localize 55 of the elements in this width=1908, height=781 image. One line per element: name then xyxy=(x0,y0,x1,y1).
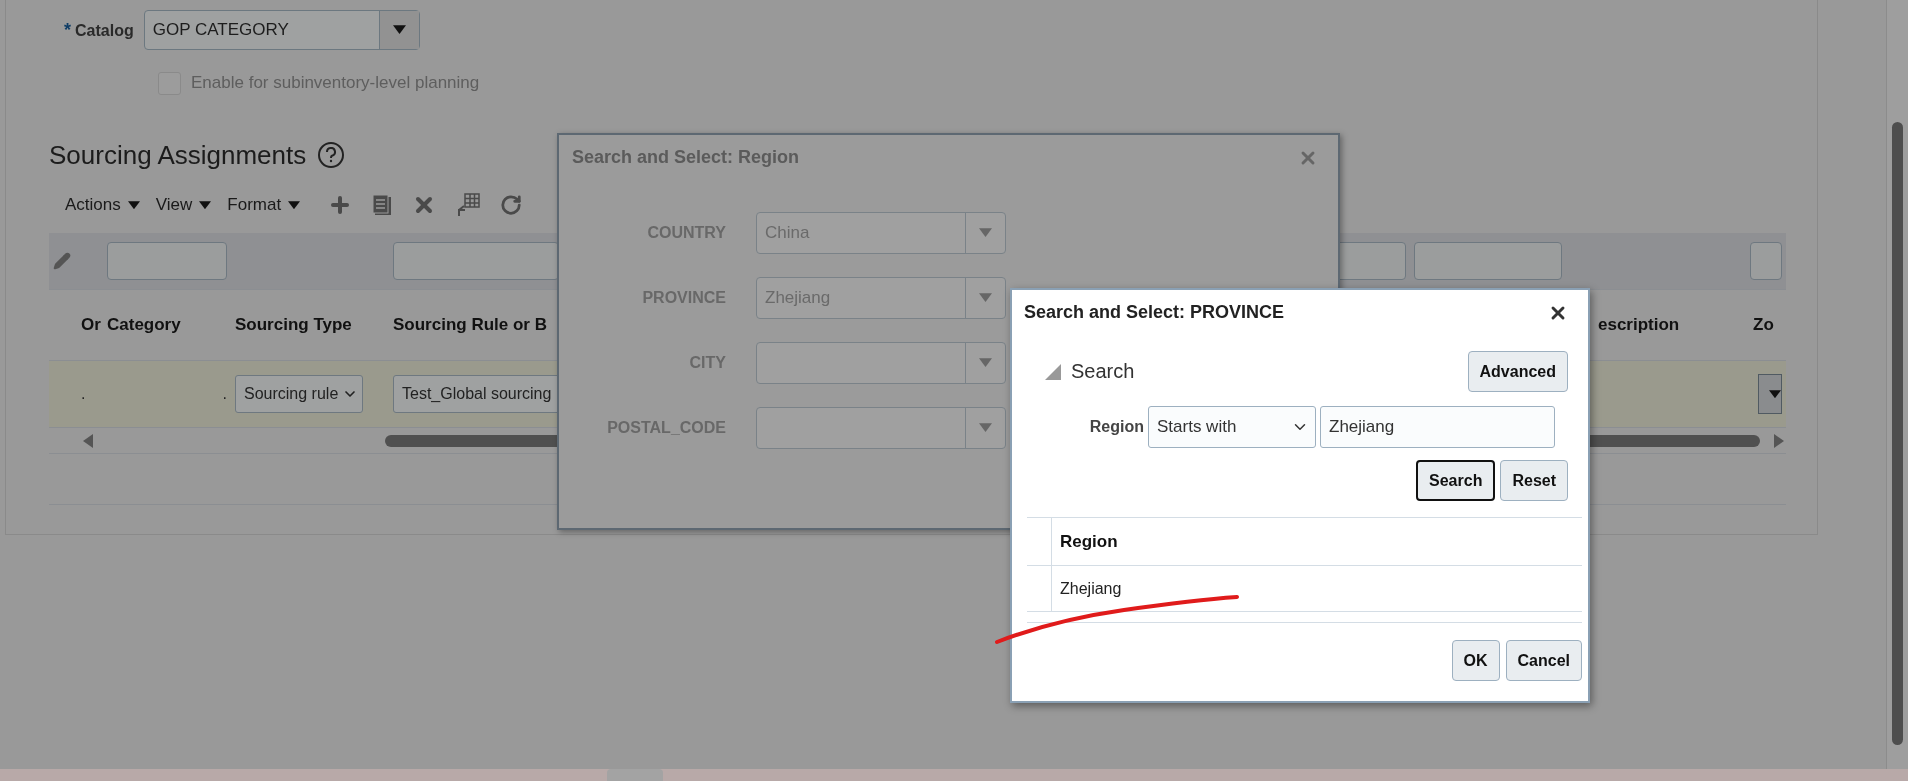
caret-icon xyxy=(1769,389,1781,399)
column-header: Sourcing Rule or B xyxy=(393,315,547,335)
caret-icon xyxy=(127,200,140,210)
column-header: Or xyxy=(81,315,101,335)
column-header: Zo xyxy=(1752,315,1774,335)
table-cell: . xyxy=(81,385,86,403)
section-title: Sourcing Assignments xyxy=(49,139,307,171)
table-cell: . xyxy=(222,385,227,403)
dialog-title: Search and Select: Region xyxy=(572,147,800,168)
catalog-select[interactable]: GOP CATEGORY xyxy=(143,10,420,50)
caret-icon xyxy=(979,358,992,368)
scrollbar-thumb[interactable] xyxy=(1892,122,1903,745)
edit-icon[interactable] xyxy=(53,252,71,270)
search-section-toggle[interactable]: Search xyxy=(1045,360,1135,383)
input-field[interactable]: Zhejiang xyxy=(1320,406,1555,448)
caret-icon xyxy=(979,228,992,238)
help-icon[interactable] xyxy=(318,142,345,168)
menu-button[interactable]: Format xyxy=(227,195,301,215)
refresh-icon[interactable] xyxy=(500,194,523,216)
caret-icon xyxy=(288,200,301,210)
field-label: Catalog xyxy=(75,21,134,39)
scroll-left-arrow[interactable] xyxy=(83,433,93,448)
checkbox-label: Enable for subinventory-level planning xyxy=(191,73,480,93)
menu-button[interactable]: View xyxy=(155,195,212,215)
dialog-button[interactable]: OK xyxy=(1451,640,1500,681)
caret-icon xyxy=(392,25,406,35)
caret-icon xyxy=(979,293,992,303)
table-arrow-icon[interactable] xyxy=(456,193,481,217)
search-button[interactable]: Search xyxy=(1416,460,1496,501)
dialog-button[interactable]: Cancel xyxy=(1505,640,1582,681)
sourcing-type-select[interactable]: Sourcing rule xyxy=(235,375,364,413)
combo-field[interactable] xyxy=(756,342,1006,384)
column-header: Category xyxy=(107,315,181,335)
required-mark: * xyxy=(64,19,71,40)
reset-button[interactable]: Reset xyxy=(1500,460,1568,501)
dialog-title: Search and Select: PROVINCE xyxy=(1024,302,1285,323)
filter-field[interactable] xyxy=(1414,242,1562,280)
operator-select[interactable]: Starts with xyxy=(1148,406,1316,448)
filter-field[interactable] xyxy=(1750,242,1782,280)
filter-field[interactable] xyxy=(107,242,227,280)
scroll-right-arrow[interactable] xyxy=(1774,433,1784,448)
triangle-icon xyxy=(1045,363,1061,380)
table-cell[interactable]: Zhejiang xyxy=(1052,579,1122,598)
document-icon[interactable] xyxy=(372,194,393,216)
menu-button[interactable]: Actions xyxy=(65,195,140,215)
filter-field[interactable] xyxy=(393,242,559,280)
page-scrollbar[interactable] xyxy=(1886,0,1908,769)
column-header: Sourcing Type xyxy=(235,315,352,335)
column-header: escription xyxy=(1597,315,1680,335)
caret-icon xyxy=(199,200,212,210)
advanced-button[interactable]: Advanced xyxy=(1467,351,1568,392)
field-label: Region xyxy=(1088,418,1144,436)
column-header: Region xyxy=(1059,531,1118,552)
combo-field[interactable] xyxy=(756,407,1006,449)
dropdown-button[interactable] xyxy=(1758,374,1782,414)
